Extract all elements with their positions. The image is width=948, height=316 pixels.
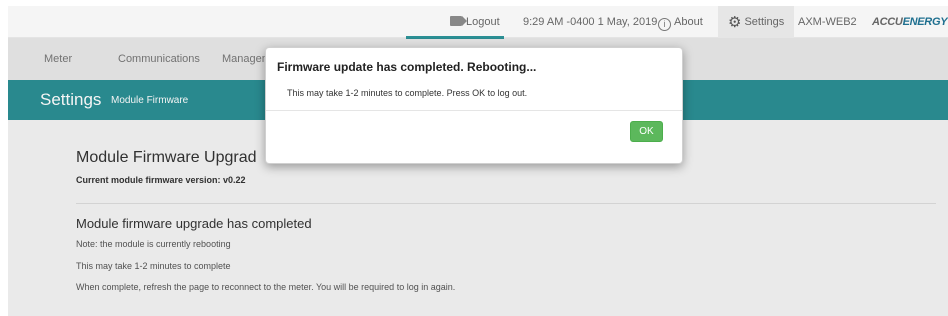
logout-label: Logout	[466, 16, 500, 28]
ok-button[interactable]: OK	[630, 121, 663, 142]
device-name: AXM-WEB2	[798, 16, 857, 28]
datetime-display: 9:29 AM -0400 1 May, 2019	[523, 16, 658, 28]
brand-logo-part-a: ACCU	[872, 16, 903, 28]
firmware-update-dialog: Firmware update has completed. Rebooting…	[265, 47, 683, 164]
about-link[interactable]: i About	[658, 6, 703, 38]
gear-icon: ⚙	[728, 14, 742, 31]
dialog-title: Firmware update has completed. Rebooting…	[277, 60, 537, 74]
dialog-message: This may take 1-2 minutes to complete. P…	[287, 88, 528, 98]
top-bar: Logout 9:29 AM -0400 1 May, 2019 i About …	[8, 6, 948, 38]
logout-icon	[450, 16, 467, 26]
settings-link[interactable]: ⚙ Settings	[718, 6, 795, 38]
dialog-footer-divider	[266, 110, 682, 111]
logout-link[interactable]: Logout	[450, 6, 500, 38]
brand-logo-part-b: ENERGY	[902, 16, 948, 28]
info-icon: i	[658, 18, 671, 31]
settings-label: Settings	[744, 16, 785, 28]
brand-logo: ACCUENERGY	[872, 6, 948, 38]
about-label: About	[674, 16, 703, 28]
